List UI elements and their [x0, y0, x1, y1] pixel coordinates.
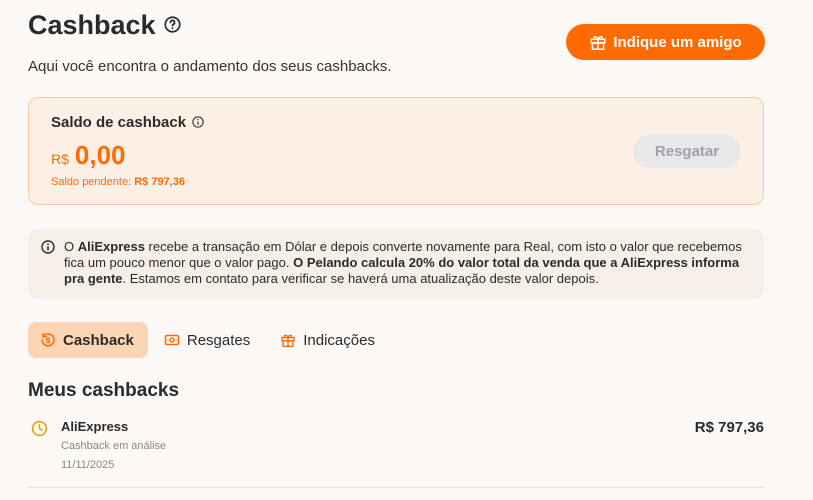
tab-indicacoes-label: Indicações	[303, 331, 375, 349]
cashback-date: 11/11/2025	[61, 459, 115, 471]
cashback-value: R$ 797,36	[694, 419, 764, 436]
notice-part-1: O	[64, 239, 78, 254]
invite-friend-label: Indique um amigo	[613, 33, 742, 51]
svg-text:$: $	[45, 336, 51, 345]
balance-amount: R$ 0,00	[51, 140, 126, 171]
gift-icon	[281, 334, 295, 348]
clock-icon	[31, 420, 48, 437]
notice-part-2: AliExpress	[77, 239, 145, 254]
invite-friend-button[interactable]: Indique um amigo	[566, 24, 765, 60]
page-title: Cashback	[28, 10, 156, 40]
cashback-balance-card: Saldo de cashback R$ 0,00 Saldo pendente…	[28, 97, 764, 205]
redeem-button[interactable]: Resgatar	[633, 135, 741, 168]
pending-value: R$ 797,36	[134, 176, 185, 188]
cashback-status: Cashback em análise	[61, 440, 167, 452]
cashback-tabs: $ Cashback Resgates Indicações	[28, 322, 389, 358]
notice-part-5: . Estamos em contato para verificar se h…	[122, 271, 599, 286]
info-notice: O AliExpress recebe a transação em Dólar…	[28, 229, 764, 299]
tab-resgates[interactable]: Resgates	[152, 322, 264, 358]
balance-currency: R$	[51, 151, 69, 167]
list-item[interactable]: AliExpress Cashback em análise 11/11/202…	[28, 414, 764, 488]
pending-label: Saldo pendente:	[51, 176, 132, 188]
notice-text: O AliExpress recebe a transação em Dólar…	[64, 239, 754, 287]
balance-value: 0,00	[74, 140, 126, 170]
money-icon	[164, 334, 180, 346]
info-icon	[41, 240, 55, 254]
balance-title: Saldo de cashback	[51, 114, 187, 131]
tab-resgates-label: Resgates	[186, 331, 251, 349]
pending-balance: Saldo pendente: R$ 797,36	[51, 176, 185, 188]
tab-cashback[interactable]: $ Cashback	[28, 322, 148, 358]
gift-icon	[590, 35, 606, 50]
cashback-merchant: AliExpress	[61, 419, 129, 434]
tab-cashback-label: Cashback	[63, 331, 134, 349]
page-subtitle: Aqui você encontra o andamento dos seus …	[28, 58, 392, 75]
tab-indicacoes[interactable]: Indicações	[268, 322, 389, 358]
section-title: Meus cashbacks	[28, 380, 180, 401]
cashback-icon: $	[41, 333, 55, 347]
help-icon[interactable]	[164, 16, 181, 33]
info-icon[interactable]	[192, 116, 204, 128]
